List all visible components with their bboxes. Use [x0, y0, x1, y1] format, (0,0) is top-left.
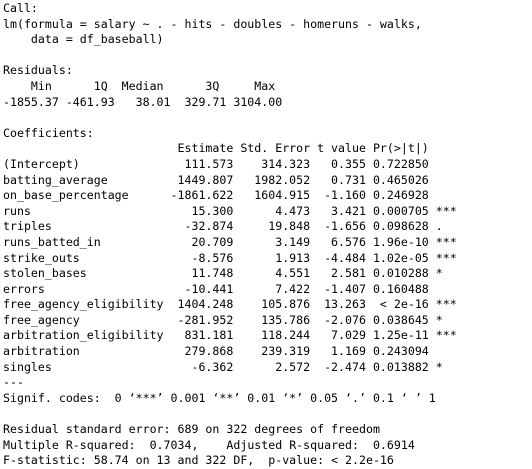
residuals-labels: Min 1Q Median 3Q Max	[3, 78, 283, 93]
coefficient-row: stolen_bases 11.748 4.551 2.581 0.010288…	[3, 266, 457, 281]
coefficient-row: batting_average 1449.807 1982.052 0.731 …	[3, 172, 457, 187]
coefficient-row: (Intercept) 111.573 314.323 0.355 0.7228…	[3, 156, 457, 171]
coefficient-row: singles -6.362 2.572 -2.474 0.013882 *	[3, 359, 457, 374]
coefficient-row: arbitration 279.868 239.319 1.169 0.2430…	[3, 344, 457, 359]
residuals-values: -1855.37 -461.93 38.01 329.71 3104.00	[3, 94, 290, 109]
coefficient-row: free_agency -281.952 135.786 -2.076 0.03…	[3, 312, 457, 327]
residual-standard-error-line: Residual standard error: 689 on 322 degr…	[3, 422, 380, 437]
call-header: Call:	[3, 1, 38, 15]
coefficient-row: runs 15.300 4.473 3.421 0.000705 ***	[3, 203, 457, 218]
signif-codes-line: Signif. codes: 0 ‘***’ 0.001 ‘**’ 0.01 ‘…	[3, 390, 436, 405]
coefficient-row: free_agency_eligibility 1404.248 105.876…	[3, 297, 457, 312]
f-statistic-line: F-statistic: 58.74 on 13 and 322 DF, p-v…	[3, 453, 394, 468]
call-data-line: data = df_baseball)	[3, 32, 164, 47]
separator-line: ---	[3, 375, 24, 390]
coefficient-row: errors -10.441 7.422 -1.407 0.160488	[3, 281, 457, 296]
coefficient-row: on_base_percentage -1861.622 1604.915 -1…	[3, 188, 457, 203]
r-squared-line: Multiple R-squared: 0.7034, Adjusted R-s…	[3, 437, 422, 452]
residuals-header: Residuals:	[3, 63, 73, 78]
coefficient-row: triples -32.874 19.848 -1.656 0.098628 .	[3, 219, 457, 234]
coefficients-header: Coefficients:	[3, 125, 94, 140]
r-console-output: Call: lm(formula = salary ~ . - hits - d…	[0, 0, 532, 467]
call-formula-line: lm(formula = salary ~ . - hits - doubles…	[3, 16, 422, 31]
coefficient-row: arbitration_eligibility 831.181 118.244 …	[3, 328, 457, 343]
coefficients-column-header: Estimate Std. Error t value Pr(>|t|)	[3, 141, 457, 156]
coefficient-row: strike_outs -8.576 1.913 -4.484 1.02e-05…	[3, 250, 457, 265]
coefficient-row: runs_batted_in 20.709 3.149 6.576 1.96e-…	[3, 234, 457, 249]
